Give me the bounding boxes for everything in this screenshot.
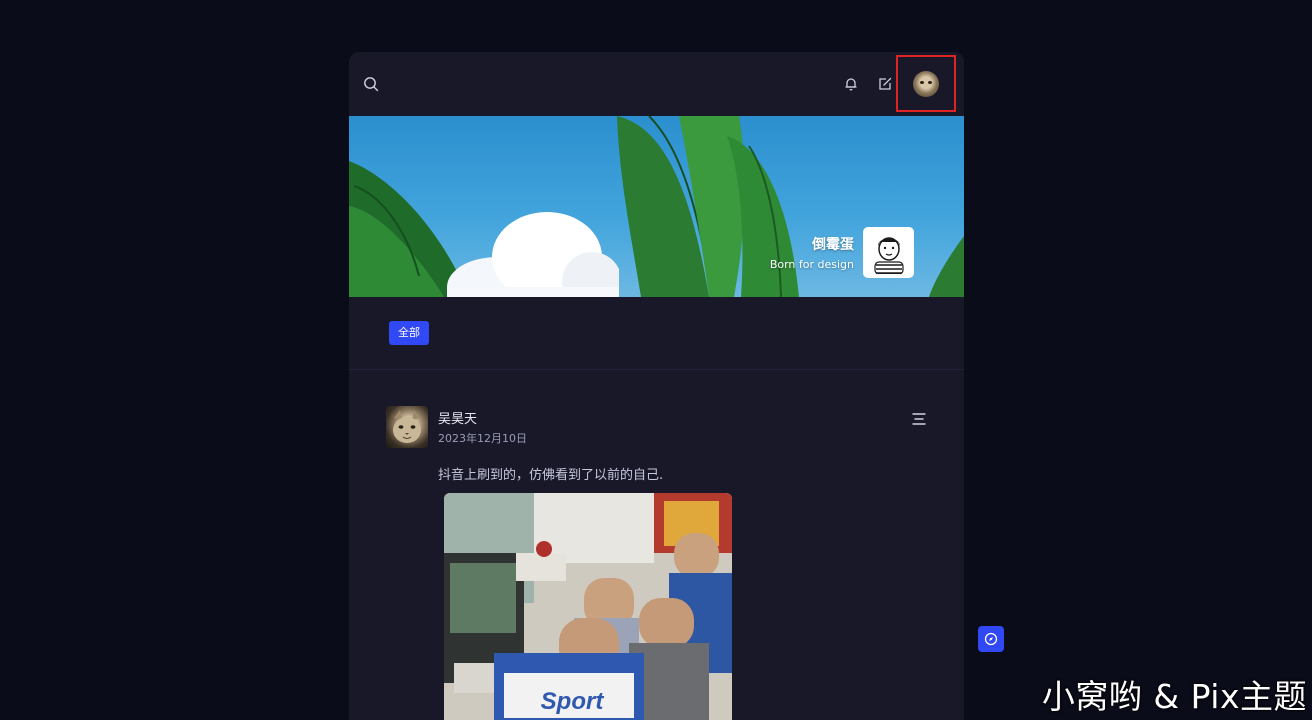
main-panel: 倒霉蛋 Born for design 全部 吴昊天 2023年12月10日 抖… [349,52,964,720]
cloud-illustration [447,212,619,297]
profile-slogan: Born for design [769,258,854,271]
top-bar [349,52,964,116]
post-content-text: 抖音上刷到的，仿佛看到了以前的自己. [438,468,664,483]
post-author-avatar[interactable] [386,406,428,448]
kids-at-computer-photo: Sport [444,493,732,720]
floating-action-button[interactable] [978,626,1004,652]
post-author-name[interactable]: 吴昊天 [438,408,477,427]
user-avatar [913,70,939,97]
profile-avatar[interactable] [863,227,914,278]
edit-icon[interactable] [875,74,895,94]
filter-all-chip[interactable]: 全部 [389,321,429,345]
user-avatar-button[interactable] [896,55,956,112]
post-card: 吴昊天 2023年12月10日 抖音上刷到的，仿佛看到了以前的自己. Sport [349,370,964,720]
page: 倒霉蛋 Born for design 全部 吴昊天 2023年12月10日 抖… [0,0,1312,720]
profile-name: 倒霉蛋 [812,237,854,253]
compass-icon [984,632,998,646]
menu-icon[interactable] [911,411,927,427]
cat-avatar-icon [393,410,421,443]
cartoon-man-icon [873,236,904,274]
shirt-logo-text: Sport [541,688,605,715]
profile-banner: 倒霉蛋 Born for design [349,116,964,297]
post-date: 2023年12月10日 [438,432,527,445]
watermark-text: 小窝哟 & Pix主题 [1041,677,1307,716]
search-icon[interactable] [361,74,381,94]
post-video-thumbnail[interactable]: Sport [444,493,732,720]
bell-icon[interactable] [841,74,861,94]
category-filter-bar: 全部 [349,297,964,370]
